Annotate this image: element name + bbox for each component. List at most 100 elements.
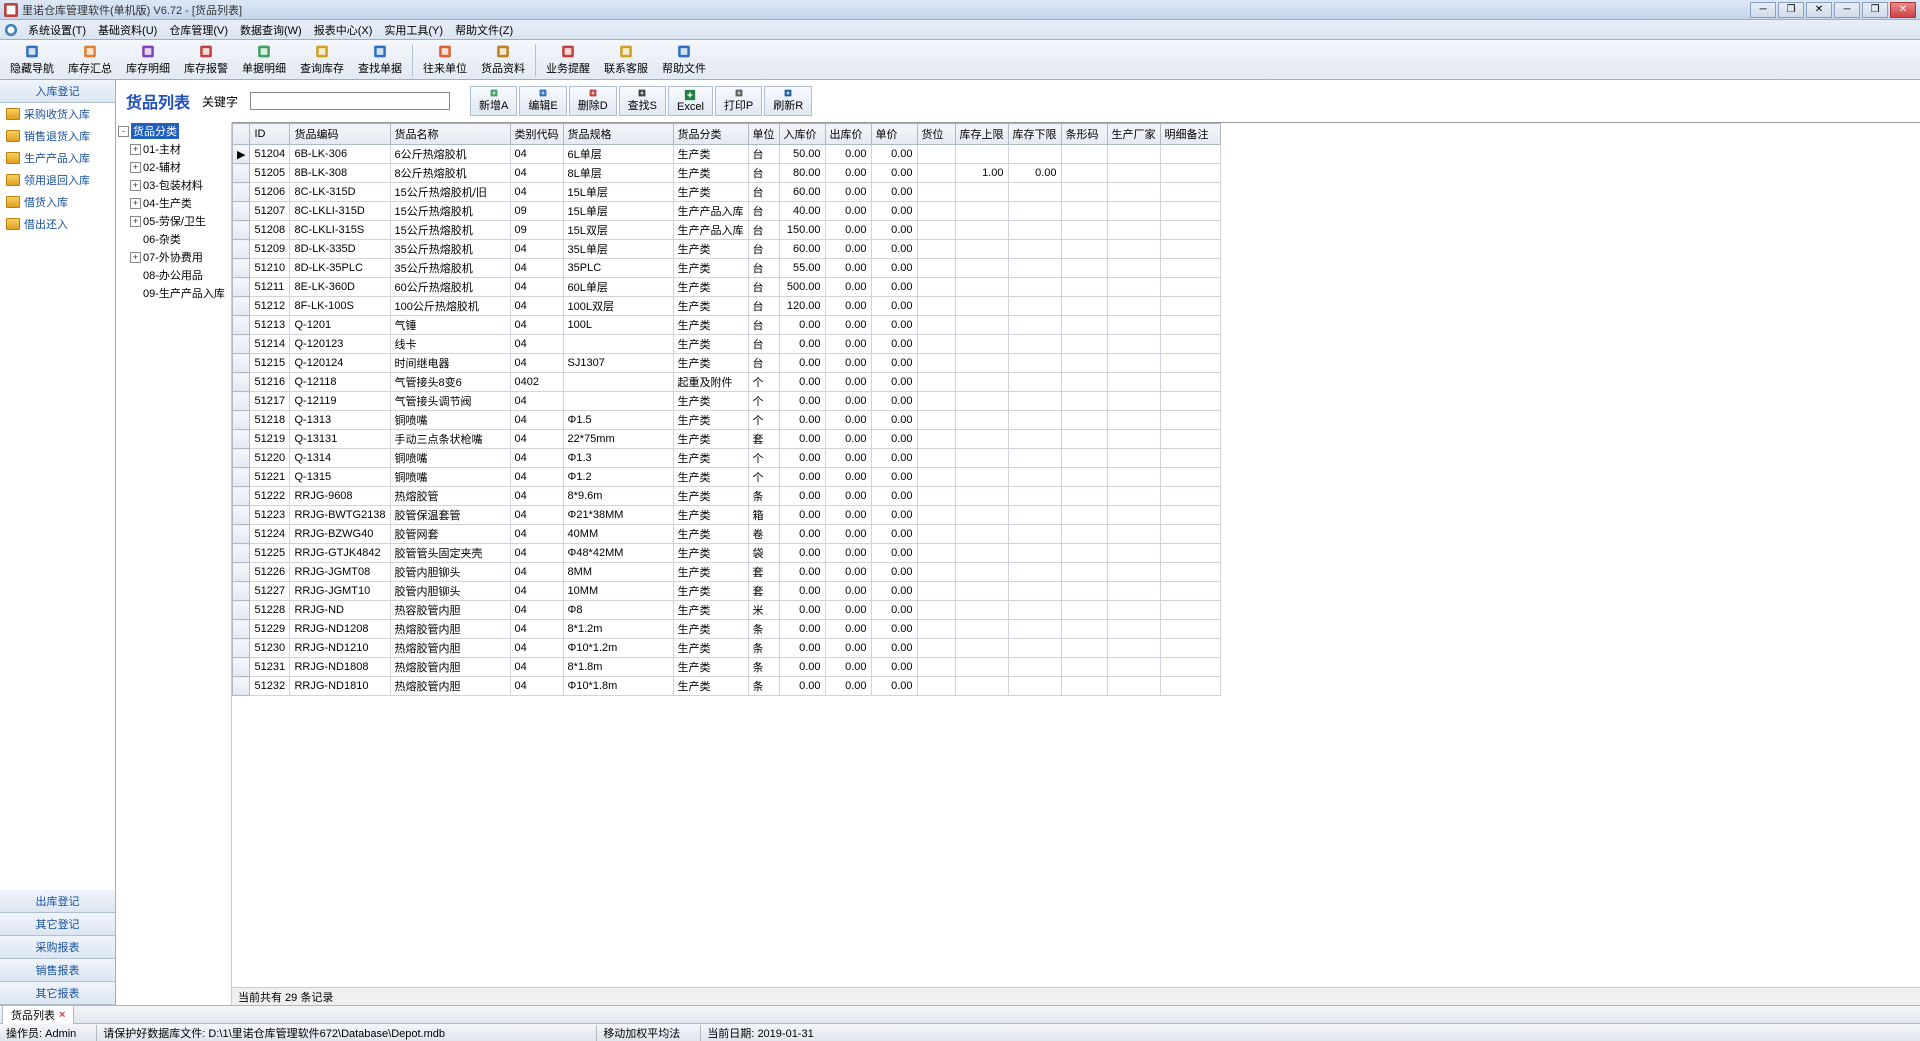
expander-icon[interactable]: - (118, 126, 129, 137)
cell-mfr[interactable] (1107, 658, 1160, 677)
cell-cls[interactable]: 生产类 (673, 335, 748, 354)
cell-in[interactable]: 60.00 (779, 183, 825, 202)
cell-min[interactable] (1008, 658, 1061, 677)
cell-cat[interactable]: 04 (510, 240, 563, 259)
cell-loc[interactable] (917, 164, 955, 183)
sidebar-head-3[interactable]: 销售报表 (0, 959, 115, 982)
expander-icon[interactable]: + (130, 198, 141, 209)
cell-loc[interactable] (917, 259, 955, 278)
table-row[interactable]: 51229RRJG-ND1208热熔胶管内胆048*1.2m生产类条0.000.… (233, 620, 1221, 639)
cell-note[interactable] (1160, 373, 1220, 392)
col-header-1[interactable]: 货品编码 (290, 124, 390, 145)
cell-id[interactable]: 51210 (250, 259, 290, 278)
cell-cls[interactable]: 生产类 (673, 658, 748, 677)
cell-mfr[interactable] (1107, 183, 1160, 202)
cell-loc[interactable] (917, 525, 955, 544)
cell-max[interactable] (955, 335, 1008, 354)
cell-max[interactable] (955, 259, 1008, 278)
cell-mfr[interactable] (1107, 278, 1160, 297)
toolbar-btn-4[interactable]: 单据明细 (236, 42, 292, 78)
cell-code[interactable]: Q-12119 (290, 392, 390, 411)
tree-node-7[interactable]: 08-办公用品 (116, 266, 231, 284)
cell-bar[interactable] (1061, 278, 1107, 297)
cell-in[interactable]: 50.00 (779, 145, 825, 164)
cell-spec[interactable]: Φ48*42MM (563, 544, 673, 563)
table-row[interactable]: 51219Q-13131手动三点条状枪嘴0422*75mm生产类套0.000.0… (233, 430, 1221, 449)
cell-min[interactable] (1008, 620, 1061, 639)
menu-item-3[interactable]: 数据查询(W) (234, 20, 308, 40)
cell-min[interactable] (1008, 468, 1061, 487)
cell-loc[interactable] (917, 373, 955, 392)
cell-unit[interactable]: 台 (748, 335, 779, 354)
cell-bar[interactable] (1061, 506, 1107, 525)
cell-loc[interactable] (917, 240, 955, 259)
grid-btn-1[interactable]: 编辑E (519, 86, 566, 116)
col-header-2[interactable]: 货品名称 (390, 124, 510, 145)
cell-spec[interactable]: Φ1.2 (563, 468, 673, 487)
cell-max[interactable] (955, 639, 1008, 658)
cell-out[interactable]: 0.00 (825, 601, 871, 620)
cell-out[interactable]: 0.00 (825, 620, 871, 639)
cell-min[interactable] (1008, 563, 1061, 582)
cell-price[interactable]: 0.00 (871, 164, 917, 183)
cell-bar[interactable] (1061, 677, 1107, 696)
cell-out[interactable]: 0.00 (825, 582, 871, 601)
cell-spec[interactable]: 10MM (563, 582, 673, 601)
grid-btn-5[interactable]: 打印P (715, 86, 762, 116)
cell-cat[interactable]: 04 (510, 544, 563, 563)
cell-id[interactable]: 51205 (250, 164, 290, 183)
cell-max[interactable] (955, 373, 1008, 392)
sidebar-item-2[interactable]: 生产产品入库 (0, 147, 115, 169)
cell-id[interactable]: 51231 (250, 658, 290, 677)
cell-cat[interactable]: 04 (510, 582, 563, 601)
cell-in[interactable]: 0.00 (779, 411, 825, 430)
cell-id[interactable]: 51223 (250, 506, 290, 525)
cell-code[interactable]: RRJG-ND1210 (290, 639, 390, 658)
cell-out[interactable]: 0.00 (825, 411, 871, 430)
cell-max[interactable] (955, 582, 1008, 601)
cell-id[interactable]: 51204 (250, 145, 290, 164)
table-row[interactable]: 51228RRJG-ND热容胶管内胆04Φ8生产类米0.000.000.00 (233, 601, 1221, 620)
cell-note[interactable] (1160, 544, 1220, 563)
cell-cat[interactable]: 04 (510, 468, 563, 487)
cell-cls[interactable]: 生产类 (673, 164, 748, 183)
cell-bar[interactable] (1061, 164, 1107, 183)
toolbar-btn-1[interactable]: 库存汇总 (62, 42, 118, 78)
cell-note[interactable] (1160, 354, 1220, 373)
cell-max[interactable] (955, 449, 1008, 468)
cell-note[interactable] (1160, 335, 1220, 354)
cell-price[interactable]: 0.00 (871, 563, 917, 582)
cell-loc[interactable] (917, 183, 955, 202)
cell-min[interactable] (1008, 316, 1061, 335)
cell-id[interactable]: 51220 (250, 449, 290, 468)
cell-min[interactable] (1008, 601, 1061, 620)
cell-out[interactable]: 0.00 (825, 639, 871, 658)
cell-max[interactable] (955, 658, 1008, 677)
col-header-11[interactable]: 库存上限 (955, 124, 1008, 145)
table-row[interactable]: ▶512046B-LK-3066公斤热熔胶机046L单层生产类台50.000.0… (233, 145, 1221, 164)
doc-tab-close-icon[interactable]: × (59, 1009, 65, 1021)
cell-out[interactable]: 0.00 (825, 677, 871, 696)
cell-unit[interactable]: 台 (748, 145, 779, 164)
cell-bar[interactable] (1061, 449, 1107, 468)
cell-code[interactable]: 8D-LK-35PLC (290, 259, 390, 278)
cell-loc[interactable] (917, 582, 955, 601)
cell-name[interactable]: 100公斤热熔胶机 (390, 297, 510, 316)
cell-unit[interactable]: 个 (748, 468, 779, 487)
cell-code[interactable]: RRJG-JGMT08 (290, 563, 390, 582)
cell-id[interactable]: 51221 (250, 468, 290, 487)
cell-bar[interactable] (1061, 639, 1107, 658)
cell-id[interactable]: 51209 (250, 240, 290, 259)
cell-in[interactable]: 0.00 (779, 468, 825, 487)
expander-icon[interactable]: + (130, 144, 141, 155)
cell-cls[interactable]: 生产类 (673, 240, 748, 259)
cell-name[interactable]: 60公斤热熔胶机 (390, 278, 510, 297)
cell-out[interactable]: 0.00 (825, 278, 871, 297)
cell-price[interactable]: 0.00 (871, 183, 917, 202)
cell-name[interactable]: 15公斤热熔胶机 (390, 202, 510, 221)
restore-button[interactable]: ❐ (1862, 2, 1888, 18)
grid-btn-3[interactable]: 查找S (619, 86, 666, 116)
cell-mfr[interactable] (1107, 430, 1160, 449)
cell-cat[interactable]: 04 (510, 449, 563, 468)
col-header-15[interactable]: 明细备注 (1160, 124, 1220, 145)
